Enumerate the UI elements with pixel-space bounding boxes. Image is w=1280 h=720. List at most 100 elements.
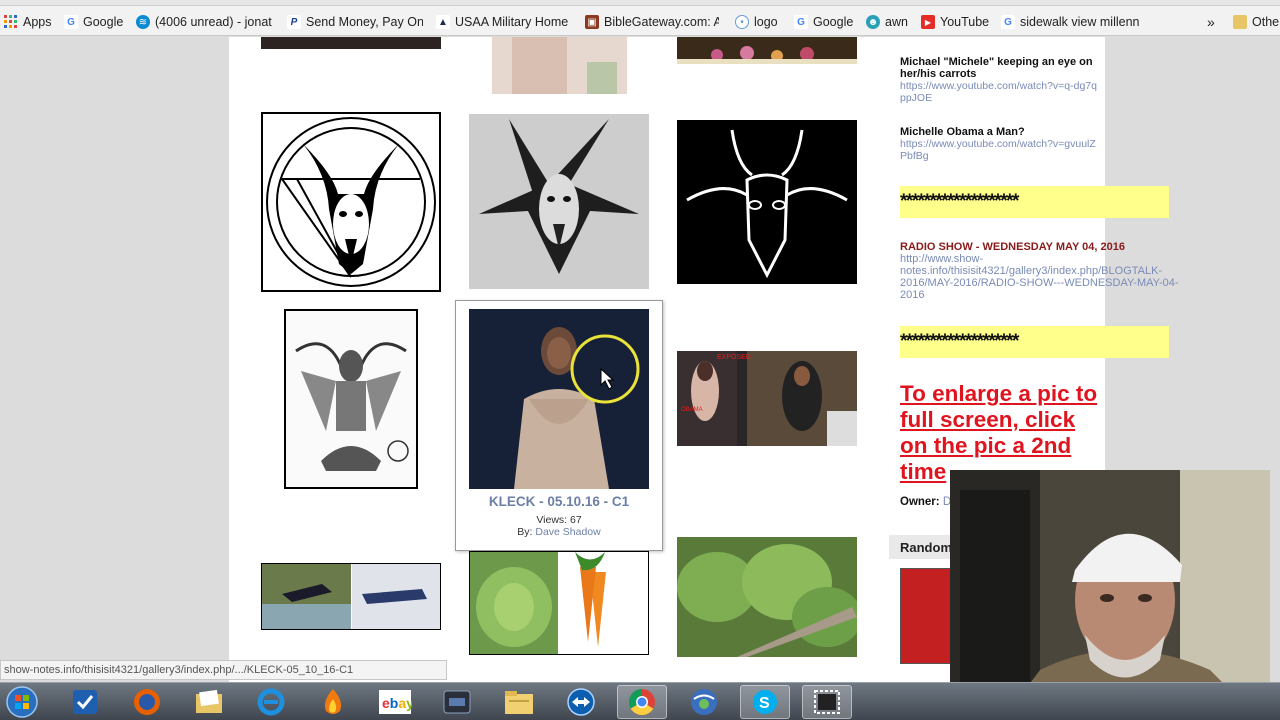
taskbar-chrome[interactable] [617, 685, 667, 719]
google-earth-icon [691, 689, 717, 715]
owner-line: Owner: D [900, 496, 951, 508]
bookmark-label: Google [83, 15, 124, 29]
bookmarks-bar: Apps G Google ≋ (4006 unread) - jonat P … [0, 0, 1280, 36]
garden-thumb[interactable] [677, 537, 857, 657]
folder-icon [196, 689, 222, 713]
popup-image[interactable] [469, 309, 649, 489]
taskbar-firefox[interactable] [122, 685, 172, 719]
other-bookmarks[interactable]: Othe [1233, 12, 1280, 32]
bookmark-label: YouTube [940, 15, 990, 29]
task-icon [73, 690, 97, 714]
bookmark-label: awn [885, 15, 908, 29]
bookmark-google-2[interactable]: G Google [794, 12, 853, 32]
webcam-overlay [950, 470, 1270, 710]
apps-grid-icon [4, 15, 18, 29]
bookmark-google[interactable]: G Google [64, 12, 123, 32]
start-button[interactable] [0, 685, 44, 719]
pentagram-goat-thumb[interactable] [261, 112, 441, 292]
sidebar-item-1: Michael "Michele" keeping an eye on her/… [900, 56, 1100, 104]
sidebar-item-1-link[interactable]: https://www.youtube.com/watch?v=q-dg7qpp… [900, 80, 1097, 104]
gallery-thumb-top-3[interactable] [677, 37, 857, 64]
byline-prefix: By: [517, 526, 533, 538]
start-orb-icon [6, 686, 38, 718]
bookmark-label: (4006 unread) - jonat [155, 15, 272, 29]
popup-byline: By: Dave Shadow [456, 526, 662, 538]
sidebar-item-1-title: Michael "Michele" keeping an eye on her/… [900, 56, 1093, 80]
radio-show-title: RADIO SHOW - WEDNESDAY MAY 04, 2016 [900, 241, 1125, 253]
goat-head-thumb[interactable] [677, 120, 857, 284]
ebay-icon: ebay [379, 690, 412, 714]
folder-icon [1233, 15, 1247, 29]
other-bookmarks-label: Othe [1252, 15, 1280, 29]
superman-thumb[interactable] [261, 563, 441, 630]
sidebar-item-2: Michelle Obama a Man? https://www.youtub… [900, 126, 1100, 162]
apps-label: Apps [23, 15, 52, 29]
taskbar-snipping-tool[interactable] [802, 685, 852, 719]
firefox-icon [134, 689, 160, 715]
status-bar: show-notes.info/thisisit4321/gallery3/in… [0, 660, 447, 680]
google-icon: G [1001, 15, 1015, 29]
bookmark-awn[interactable]: ☻ awn [866, 12, 908, 32]
teamviewer-icon [567, 688, 595, 716]
taskbar-teamviewer[interactable] [556, 685, 606, 719]
taskbar-flame[interactable] [308, 685, 358, 719]
taskbar-internet-explorer[interactable] [246, 685, 296, 719]
sidebar-item-2-title: Michelle Obama a Man? [900, 126, 1025, 138]
taskbar-task[interactable] [60, 685, 110, 719]
gallery-thumb-top-1[interactable] [261, 37, 441, 49]
taskbar-media[interactable] [432, 685, 482, 719]
tab-strip-edge [0, 0, 1280, 6]
skype-icon: S [753, 690, 777, 714]
radio-show-link[interactable]: http://www.show-notes.info/thisisit4321/… [900, 253, 1179, 301]
sidebar-item-2-link[interactable]: https://www.youtube.com/watch?v=gvuulZPb… [900, 138, 1096, 162]
taskbar-file-explorer[interactable] [494, 685, 544, 719]
windows-taskbar: ebay S [0, 682, 1280, 720]
logo-icon: • [735, 15, 749, 29]
bookmark-label: logo [754, 15, 778, 29]
bookmark-usaa[interactable]: ▲ USAA Military Home [436, 12, 571, 32]
author-link[interactable]: Dave Shadow [535, 526, 600, 538]
taskbar-skype[interactable]: S [740, 685, 790, 719]
media-icon [443, 690, 471, 714]
star-divider-1: ******************** [900, 186, 1169, 218]
bookmark-biblegateway[interactable]: ▣ BibleGateway.com: A [585, 12, 719, 32]
paypal-icon: P [287, 15, 301, 29]
star-divider-2: ******************** [900, 326, 1169, 358]
owner-label: Owner: [900, 496, 940, 508]
baphomet-thumb[interactable] [284, 309, 418, 489]
radio-show-item: RADIO SHOW - WEDNESDAY MAY 04, 2016 http… [900, 241, 1190, 301]
taskbar-folder[interactable] [184, 685, 234, 719]
popup-views: Views: 67 [536, 514, 582, 526]
bookmark-label: Google [813, 15, 854, 29]
att-icon: ≋ [136, 15, 150, 29]
svg-text:S: S [759, 695, 770, 712]
chevron-more-icon: » [1207, 14, 1215, 30]
popup-title[interactable]: KLECK - 05.10.16 - C1 [456, 494, 662, 509]
bookmark-sidewalk[interactable]: G sidewalk view millenn [1001, 12, 1141, 32]
obama-exposed-thumb[interactable]: EXPOSED OBAMA [677, 351, 857, 446]
apps-bookmark[interactable]: Apps [4, 12, 52, 32]
bookmark-youtube[interactable]: ▶ YouTube [921, 12, 989, 32]
google-icon: G [794, 15, 808, 29]
cabbage-carrots-thumb[interactable] [469, 551, 649, 655]
bookmark-label: BibleGateway.com: A [604, 15, 719, 29]
image-hover-popup[interactable]: KLECK - 05.10.16 - C1 Views: 67 By: Dave… [455, 300, 663, 551]
more-bookmarks-button[interactable]: » [1207, 12, 1215, 32]
bookmark-label: sidewalk view millenn [1020, 15, 1140, 29]
taskbar-google-earth[interactable] [679, 685, 729, 719]
bookmark-paypal[interactable]: P Send Money, Pay Onl [287, 12, 423, 32]
taskbar-ebay[interactable]: ebay [370, 685, 420, 719]
obama-label: OBAMA [681, 407, 703, 413]
goat-star-thumb[interactable] [469, 114, 649, 289]
svg-text:ebay: ebay [382, 695, 412, 711]
gallery-thumb-top-2[interactable] [492, 37, 627, 94]
exposed-label: EXPOSED [717, 354, 751, 361]
internet-explorer-icon [257, 688, 285, 716]
chrome-icon [628, 688, 655, 716]
bookmark-logo[interactable]: • logo [735, 12, 778, 32]
bookmark-label: USAA Military Home [455, 15, 569, 29]
youtube-icon: ▶ [921, 15, 935, 29]
google-icon: G [64, 15, 78, 29]
bookmark-att-mail[interactable]: ≋ (4006 unread) - jonat [136, 12, 278, 32]
awn-icon: ☻ [866, 15, 880, 29]
